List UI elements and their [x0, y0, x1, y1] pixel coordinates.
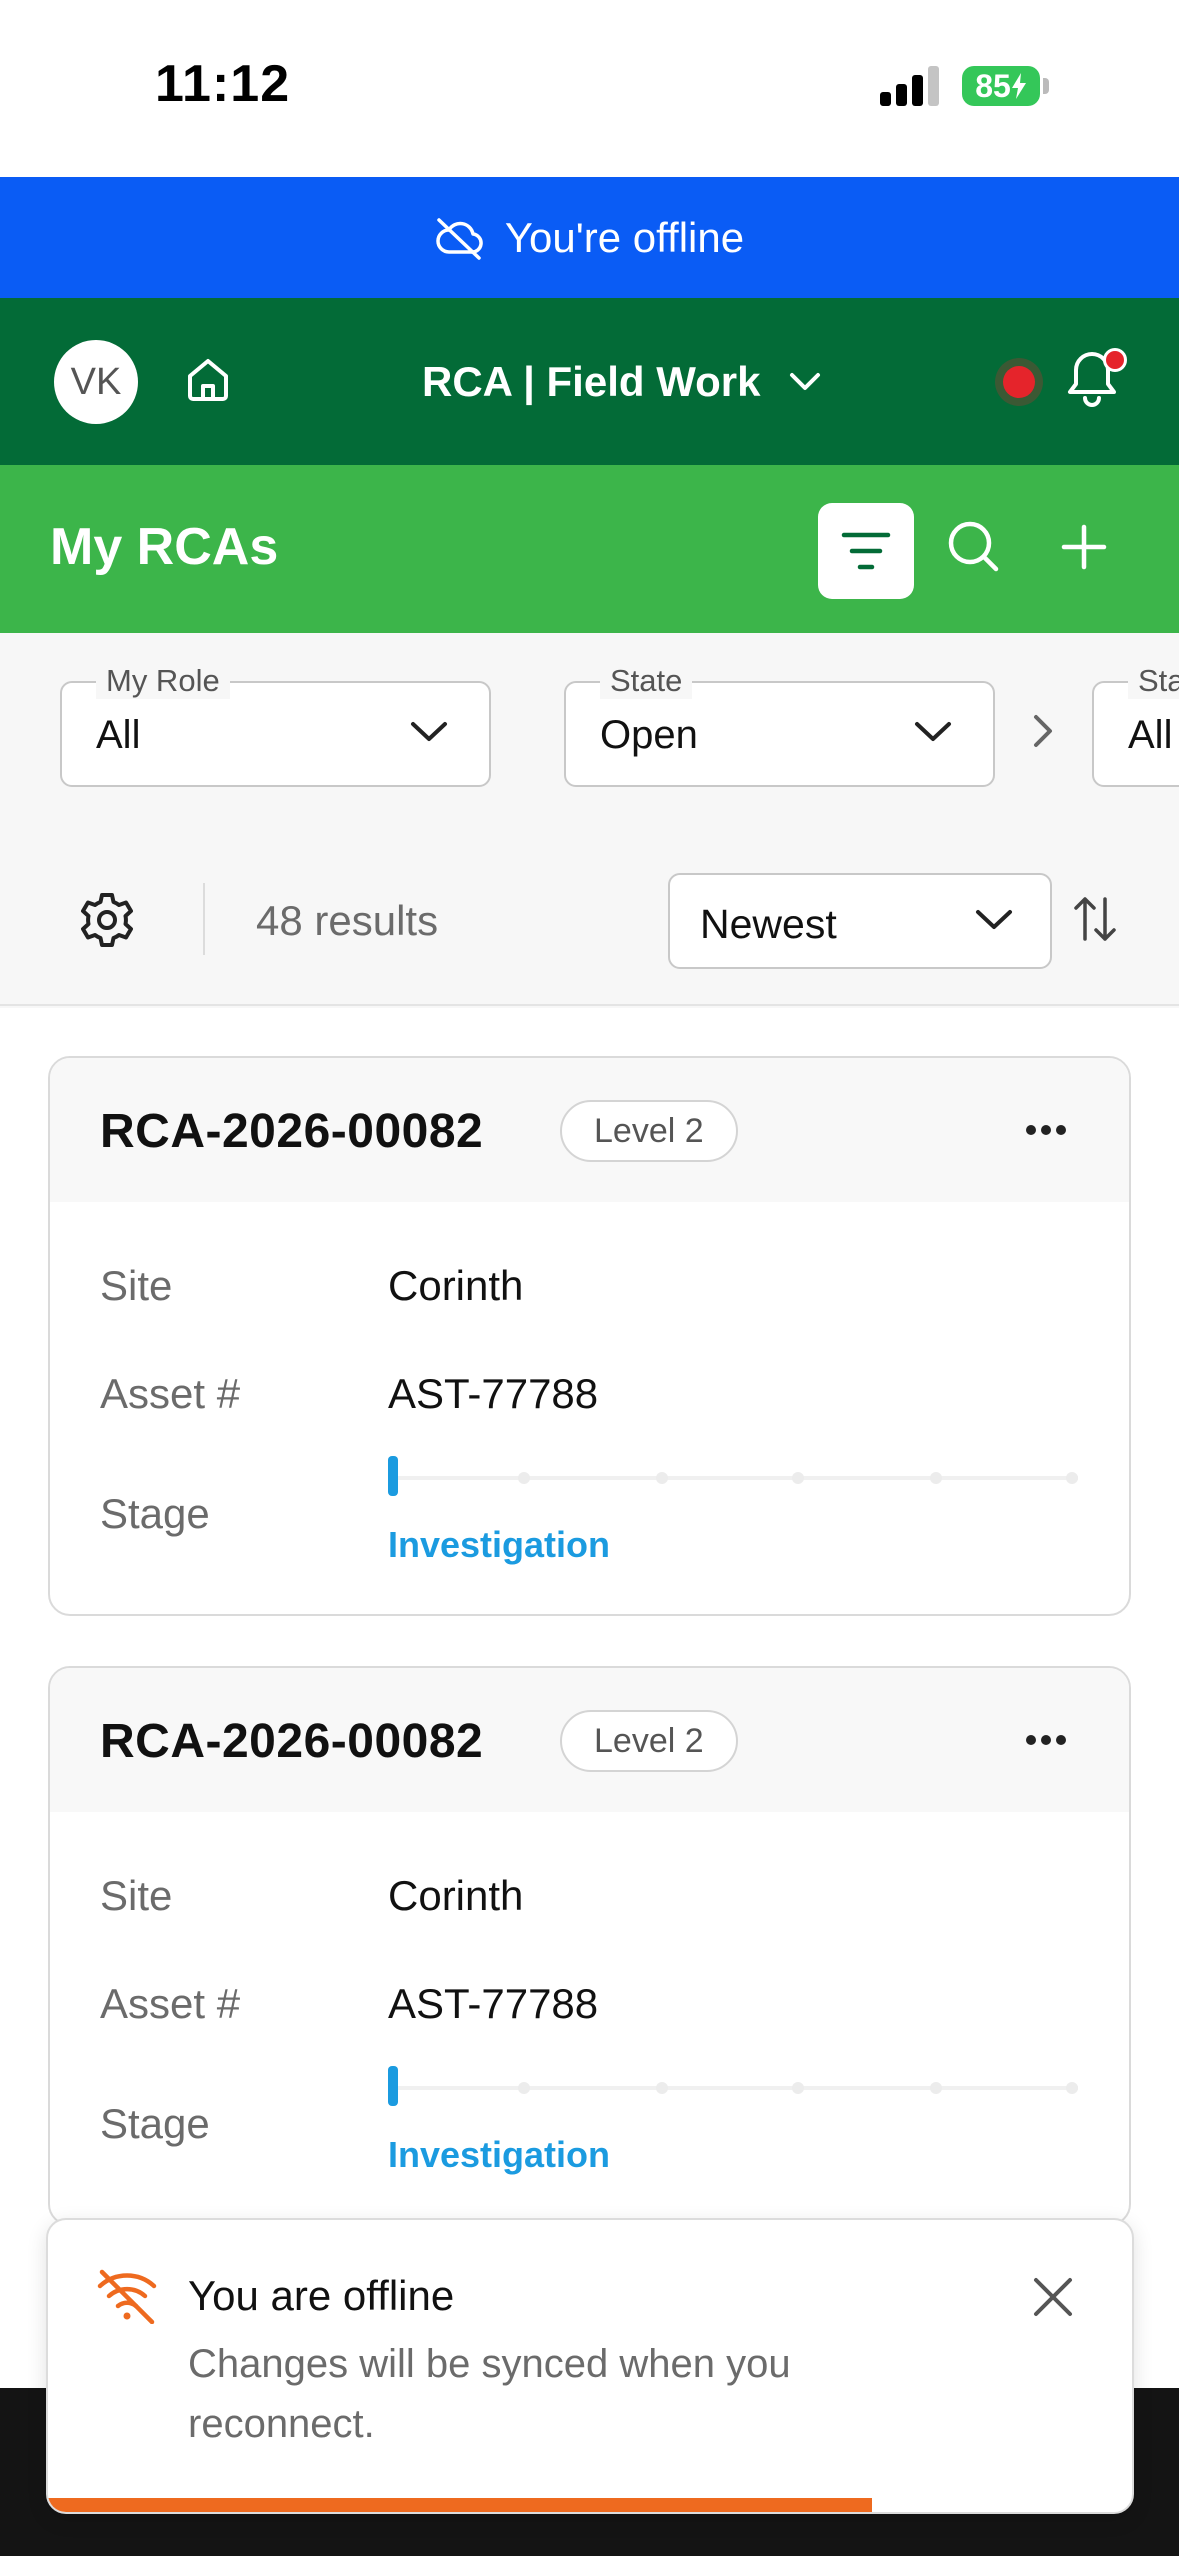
sort-select[interactable]: Newest: [668, 873, 1052, 969]
stage-label: Stage: [100, 2100, 210, 2147]
results-count: 48 results: [256, 897, 439, 944]
stage-step: [930, 1472, 942, 1484]
stage-step: [1066, 1472, 1078, 1484]
battery-level: 85: [975, 67, 1011, 104]
my-role-label: My Role: [96, 663, 230, 699]
stage-step: [518, 2082, 530, 2094]
toast-message: Changes will be synced when you reconnec…: [188, 2342, 791, 2446]
cloud-off-icon: [436, 217, 483, 260]
level-badge: Level 2: [560, 1710, 738, 1772]
stage-step: [518, 1472, 530, 1484]
filter-icon: [841, 532, 891, 570]
status-time: 11:12: [155, 55, 291, 113]
stage-value: Investigation: [388, 2134, 611, 2175]
level-badge: Level 2: [560, 1100, 738, 1162]
add-icon[interactable]: [1056, 517, 1112, 577]
asset-label: Asset #: [100, 1370, 241, 1417]
offline-banner-text: You're offline: [504, 213, 745, 261]
workspace-switcher[interactable]: RCA | Field Work: [422, 354, 822, 410]
more-icon[interactable]: [1025, 1124, 1067, 1136]
wifi-off-icon: [97, 2269, 157, 2324]
sort-direction-icon[interactable]: [1072, 895, 1118, 943]
page-title: My RCAs: [50, 518, 279, 576]
stage-progress: [388, 2066, 1078, 2106]
home-icon[interactable]: [184, 356, 232, 402]
sort-value: Newest: [700, 901, 837, 947]
battery-nub: [1043, 78, 1049, 94]
chevron-down-icon: [411, 722, 447, 741]
stage-step: [656, 1472, 668, 1484]
cellular-signal-icon: [880, 64, 940, 106]
site-label: Site: [100, 1262, 173, 1309]
state-label: State: [600, 663, 693, 699]
asset-label: Asset #: [100, 1980, 241, 2027]
toast-progress-bar: [48, 2498, 872, 2512]
my-role-value: All: [96, 713, 141, 757]
stage-step: [792, 1472, 804, 1484]
title-bar: My RCAs: [0, 465, 1179, 633]
chevron-down-icon: [976, 910, 1012, 929]
stage-step: [930, 2082, 942, 2094]
stage-progress: [388, 1456, 1078, 1496]
results-toolbar: 48 results Newest: [0, 833, 1179, 1006]
toolbar-divider: [203, 883, 205, 955]
avatar[interactable]: VK: [54, 340, 138, 424]
filter-button[interactable]: [818, 503, 914, 599]
my-role-select[interactable]: My Role All: [60, 663, 491, 787]
close-icon[interactable]: [1032, 2276, 1074, 2318]
rca-id: RCA-2026-00082: [100, 1715, 484, 1768]
chevron-down-icon: [790, 373, 821, 390]
status-select[interactable]: Sta All: [1092, 663, 1179, 787]
site-label: Site: [100, 1872, 173, 1919]
stage-value: Investigation: [388, 1524, 611, 1565]
rca-card-header: RCA-2026-00082 Level 2: [50, 1668, 1129, 1812]
stage-label: Stage: [100, 1490, 210, 1537]
charging-bolt-icon: [1011, 73, 1026, 99]
battery-icon: 85: [962, 66, 1040, 106]
offline-toast: You are offline Changes will be synced w…: [46, 2218, 1134, 2514]
state-value: Open: [600, 713, 698, 757]
notification-badge: [1103, 348, 1127, 372]
rca-id: RCA-2026-00082: [100, 1105, 484, 1158]
chevron-down-icon: [915, 722, 951, 741]
status-bar: 11:12 85: [0, 0, 1179, 177]
search-icon[interactable]: [946, 517, 1002, 577]
stage-step: [792, 2082, 804, 2094]
gear-icon[interactable]: [78, 891, 136, 949]
workspace-name: RCA | Field Work: [422, 358, 761, 405]
asset-value: AST-77788: [388, 1370, 599, 1417]
offline-banner: You're offline: [0, 177, 1179, 298]
more-icon[interactable]: [1025, 1734, 1067, 1746]
toast-title: You are offline: [188, 2272, 455, 2319]
chevron-right-icon[interactable]: [1028, 713, 1058, 749]
stage-step: [656, 2082, 668, 2094]
stage-step: [1066, 2082, 1078, 2094]
rca-card[interactable]: RCA-2026-00082 Level 2 Site Corinth Asse…: [48, 1056, 1131, 1616]
asset-value: AST-77788: [388, 1980, 599, 2027]
state-select[interactable]: State Open: [564, 663, 995, 787]
site-value: Corinth: [388, 1262, 524, 1309]
recording-indicator: [1003, 366, 1035, 398]
rca-card[interactable]: RCA-2026-00082 Level 2 Site Corinth Asse…: [48, 1666, 1131, 2226]
filter-row: My Role All State Open Sta All: [0, 633, 1179, 833]
status-label: Sta: [1128, 663, 1179, 699]
site-value: Corinth: [388, 1872, 524, 1919]
stage-progress-marker: [388, 1456, 398, 1496]
stage-progress-marker: [388, 2066, 398, 2106]
status-value: All: [1128, 713, 1173, 757]
rca-card-header: RCA-2026-00082 Level 2: [50, 1058, 1129, 1202]
